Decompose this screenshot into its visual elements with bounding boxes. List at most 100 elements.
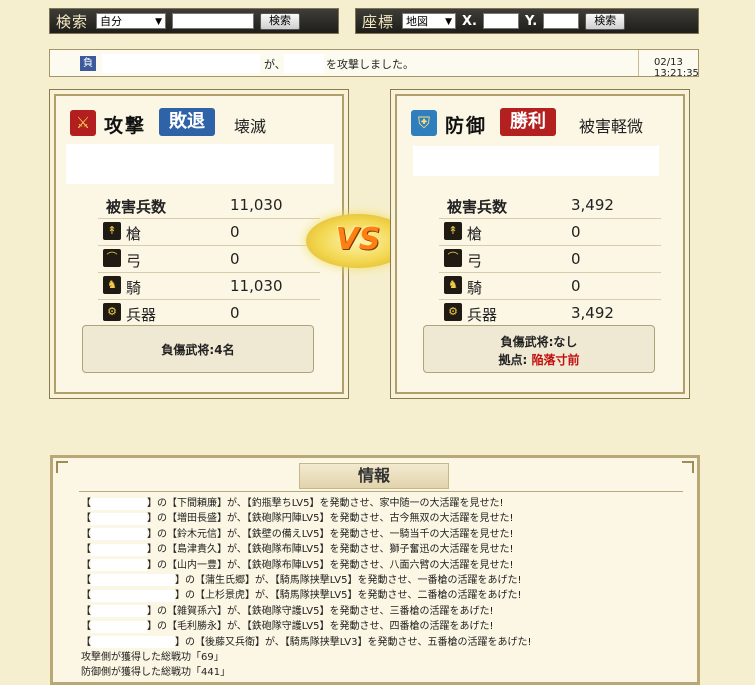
damage-label: 被害兵数 xyxy=(447,198,508,216)
chevron-down-icon: ▼ xyxy=(155,17,163,27)
attack-result-tag: 敗退 xyxy=(159,108,215,136)
unit-name: 弓 xyxy=(467,252,483,270)
log-line: 【 】の【上杉景虎】が、【騎馬隊挟撃LV5】を発動させ、二番槍の活躍をあげた! xyxy=(81,588,691,603)
masked-name xyxy=(91,543,147,556)
defeat-badge: 負 xyxy=(80,56,96,71)
unit-value: 3,492 xyxy=(571,304,614,322)
attack-name-masked xyxy=(66,144,334,184)
log-line-prefix: 【 xyxy=(81,559,91,571)
unit-value: 0 xyxy=(230,304,240,322)
coord-search-button[interactable]: 検索 xyxy=(585,12,626,30)
attack-damage-row: 被害兵数 11,030 xyxy=(98,192,320,219)
search-scope-value: 自分 xyxy=(100,15,123,28)
attack-status: 壊滅 xyxy=(234,117,267,136)
spear-icon: ↟ xyxy=(444,222,462,240)
info-panel: 情報 【 】の【下間頼廉】が、【釣瓶撃ちLV5】を発動させ、家中随一の大活躍を見せ… xyxy=(50,455,700,685)
info-title: 情報 xyxy=(299,463,449,489)
defense-panel: ⛨ 防御 勝利 被害軽微 被害兵数 3,492 ↟ 槍 0 ⌒ 弓 0 ♞ 騎 … xyxy=(390,89,690,399)
defense-wounded-box: 負傷武将:なし 拠点: 陥落寸前 xyxy=(423,325,655,373)
attack-wounded-box: 負傷武将:4名 xyxy=(82,325,314,373)
coord-bar: 座標 地図 ▼ X. Y. 検索 xyxy=(355,8,699,34)
attack-merit-line: 攻撃側が獲得した総戦功「69」 xyxy=(81,650,691,665)
base-label: 拠点: xyxy=(498,353,528,367)
unit-value: 0 xyxy=(230,223,240,241)
log-line-text: 】の【山内一豊】が、【鉄砲隊布陣LV5】を発動させ、八面六臂の大活躍を見せた! xyxy=(147,559,514,571)
battle-notice: 負 が、 を攻撃しました。 02/13 13:21:35 xyxy=(49,49,699,79)
unit-name: 兵器 xyxy=(126,306,157,324)
x-label: X. xyxy=(462,13,477,29)
info-log: 【】の【下間頼廉】が、【釣瓶撃ちLV5】を発動させ、家中随一の大活躍を見せた! … xyxy=(81,496,691,681)
attack-unit-row: ⌒ 弓 0 xyxy=(98,246,320,273)
target-name-masked xyxy=(284,54,324,73)
wounded-value: なし xyxy=(553,335,578,349)
info-divider xyxy=(79,491,683,492)
log-line-prefix: 【 xyxy=(81,590,91,602)
masked-name xyxy=(91,620,147,633)
log-line-text: 】の【雑賀孫六】が、【鉄砲隊守護LV5】を発動させ、三番槍の活躍をあげた! xyxy=(147,605,494,617)
unit-name: 騎 xyxy=(126,279,142,297)
unit-value: 11,030 xyxy=(230,277,283,295)
shield-icon: ⛨ xyxy=(411,110,437,136)
log-line-text: 】の【鈴木元信】が、【鉄壁の備えLV5】を発動させ、一騎当千の大活躍を見せた! xyxy=(147,528,514,540)
defense-unit-row: ⚙ 兵器 3,492 xyxy=(439,300,661,326)
wounded-value: 4名 xyxy=(214,343,235,357)
defense-stats: 被害兵数 3,492 ↟ 槍 0 ⌒ 弓 0 ♞ 騎 0 ⚙ 兵器 3,492 xyxy=(439,192,661,326)
search-button[interactable]: 検索 xyxy=(260,12,301,30)
attack-panel: ⚔ 攻撃 敗退 壊滅 被害兵数 11,030 ↟ 槍 0 ⌒ 弓 0 ♞ 騎 1… xyxy=(49,89,349,399)
coord-map-value: 地図 xyxy=(406,15,429,28)
coord-label: 座標 xyxy=(362,12,395,31)
log-line: 【 】の【下間頼廉】が、【釣瓶撃ちLV5】を発動させ、家中随一の大活躍を見せた! xyxy=(81,496,691,511)
log-line-text: 】の【下間頼廉】が、【釣瓶撃ちLV5】を発動させ、家中随一の大活躍を見せた! xyxy=(147,498,504,509)
log-line: 【 】の【毛利勝永】が、【鉄砲隊守護LV5】を発動させ、四番槍の活躍をあげた! xyxy=(81,619,691,634)
search-scope-select[interactable]: 自分 ▼ xyxy=(96,13,167,29)
log-line-prefix: 【 xyxy=(81,621,91,633)
damage-value: 11,030 xyxy=(230,196,283,214)
coord-map-select[interactable]: 地図 ▼ xyxy=(402,13,457,29)
log-line-text: 】の【蒲生氏郷】が、【騎馬隊挟撃LV5】を発動させ、一番槍の活躍をあげた! xyxy=(175,574,522,586)
corner-ornament xyxy=(682,461,694,473)
log-line: 【 】の【後藤又兵衛】が、【騎馬隊挟撃LV3】を発動させ、五番槍の活躍をあげた! xyxy=(81,635,691,650)
unit-name: 槍 xyxy=(126,225,142,243)
masked-name xyxy=(91,605,147,618)
attack-unit-row: ⚙ 兵器 0 xyxy=(98,300,320,326)
attacker-name-masked xyxy=(102,54,260,73)
defense-damage-row: 被害兵数 3,492 xyxy=(439,192,661,219)
search-label: 検索 xyxy=(56,12,89,31)
attack-panel-inner: ⚔ 攻撃 敗退 壊滅 被害兵数 11,030 ↟ 槍 0 ⌒ 弓 0 ♞ 騎 1… xyxy=(54,94,344,394)
log-line: 【 】の【島津貴久】が、【鉄砲隊布陣LV5】を発動させ、獅子奮迅の大活躍を見せた! xyxy=(81,542,691,557)
masked-name xyxy=(91,589,175,602)
defense-unit-row: ♞ 騎 0 xyxy=(439,273,661,300)
unit-name: 兵器 xyxy=(467,306,498,324)
defense-unit-row: ⌒ 弓 0 xyxy=(439,246,661,273)
log-line-prefix: 【 xyxy=(81,498,91,509)
notice-timestamp: 02/13 13:21:35 xyxy=(654,57,699,79)
corner-ornament xyxy=(56,461,68,473)
defense-status: 被害軽微 xyxy=(579,117,644,136)
siege-icon: ⚙ xyxy=(444,303,462,321)
masked-name xyxy=(91,574,175,587)
search-input[interactable] xyxy=(172,13,255,29)
damage-value: 3,492 xyxy=(571,196,614,214)
masked-name xyxy=(91,512,147,525)
unit-value: 0 xyxy=(571,223,581,241)
crossed-swords-icon: ⚔ xyxy=(70,110,96,136)
attack-stats: 被害兵数 11,030 ↟ 槍 0 ⌒ 弓 0 ♞ 騎 11,030 ⚙ 兵器 xyxy=(98,192,320,326)
log-line: 【 】の【蒲生氏郷】が、【騎馬隊挟撃LV5】を発動させ、一番槍の活躍をあげた! xyxy=(81,573,691,588)
log-line: 【 】の【雑賀孫六】が、【鉄砲隊守護LV5】を発動させ、三番槍の活躍をあげた! xyxy=(81,604,691,619)
y-input[interactable] xyxy=(543,13,580,29)
log-line-text: 】の【上杉景虎】が、【騎馬隊挟撃LV5】を発動させ、二番槍の活躍をあげた! xyxy=(175,590,522,602)
log-line-prefix: 【 xyxy=(81,574,91,586)
defense-result-tag: 勝利 xyxy=(500,108,556,136)
log-line-prefix: 【 xyxy=(81,544,91,556)
log-line: 【 】の【増田長盛】が、【鉄砲隊円陣LV5】を発動させ、古今無双の大活躍を見せた! xyxy=(81,511,691,526)
attack-side-label: 攻撃 xyxy=(104,115,147,137)
bow-icon: ⌒ xyxy=(103,249,121,267)
unit-name: 騎 xyxy=(467,279,483,297)
masked-name xyxy=(91,528,147,541)
unit-value: 0 xyxy=(571,277,581,295)
log-line-prefix: 【 xyxy=(81,636,91,648)
log-line-text: 】の【毛利勝永】が、【鉄砲隊守護LV5】を発動させ、四番槍の活躍をあげた! xyxy=(147,621,494,633)
x-input[interactable] xyxy=(482,13,519,29)
masked-name xyxy=(91,559,147,572)
chevron-down-icon: ▼ xyxy=(445,17,453,27)
